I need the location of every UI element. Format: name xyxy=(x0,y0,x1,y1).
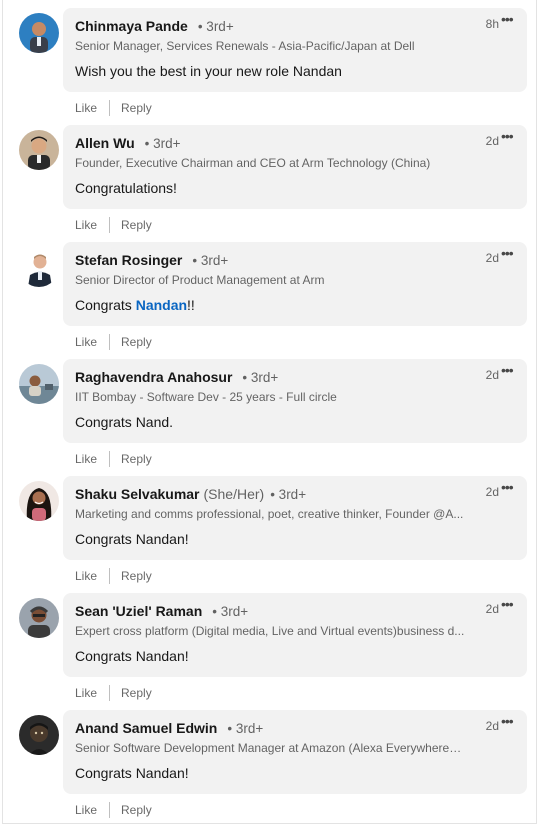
comment-item: Shaku Selvakumar (She/Her) • 3rd+ Marketin… xyxy=(0,476,539,593)
comment-timestamp: 2d xyxy=(485,368,499,382)
avatar[interactable] xyxy=(19,598,59,638)
more-options-icon[interactable]: ••• xyxy=(501,246,519,262)
divider xyxy=(109,100,111,116)
commenter-name[interactable]: Chinmaya Pande xyxy=(75,18,188,34)
avatar[interactable] xyxy=(19,481,59,521)
mention-link[interactable]: Nandan xyxy=(136,297,187,313)
reply-button[interactable]: Reply xyxy=(121,452,152,466)
connection-degree: • 3rd+ xyxy=(270,487,307,502)
comment-text: Congratulations! xyxy=(75,180,177,196)
comment-timestamp: 2d xyxy=(485,251,499,265)
comment-text: Congrats Nandan! xyxy=(75,648,189,664)
comment-text: Congrats Nand. xyxy=(75,414,174,430)
comment-item: Sean 'Uziel' Raman • 3rd+ Expert cross pl… xyxy=(0,593,539,710)
connection-degree: • 3rd+ xyxy=(197,19,234,34)
divider xyxy=(109,217,111,233)
avatar[interactable] xyxy=(19,13,59,53)
divider xyxy=(109,451,111,467)
comment-timestamp: 2d xyxy=(485,485,499,499)
comment-actions: Like Reply xyxy=(75,800,152,820)
like-button[interactable]: Like xyxy=(75,335,97,349)
reply-button[interactable]: Reply xyxy=(121,569,152,583)
comment-item: Stefan Rosinger • 3rd+ Senior Director of… xyxy=(0,242,539,359)
divider xyxy=(109,334,111,350)
more-options-icon[interactable]: ••• xyxy=(501,597,519,613)
avatar[interactable] xyxy=(19,715,59,755)
reply-button[interactable]: Reply xyxy=(121,218,152,232)
connection-degree: • 3rd+ xyxy=(227,721,264,736)
commenter-headline[interactable]: Senior Director of Product Management at… xyxy=(75,273,465,287)
comment-bubble: Shaku Selvakumar (She/Her) • 3rd+ Marketin… xyxy=(63,476,527,560)
avatar[interactable] xyxy=(19,130,59,170)
comment-text: Congrats Nandan! xyxy=(75,531,189,547)
commenter-name[interactable]: Stefan Rosinger xyxy=(75,252,182,268)
divider xyxy=(109,802,111,818)
avatar[interactable] xyxy=(19,364,59,404)
reply-button[interactable]: Reply xyxy=(121,803,152,817)
commenter-name[interactable]: Shaku Selvakumar xyxy=(75,486,200,502)
comment-bubble: Allen Wu • 3rd+ Founder, Executive Chairm… xyxy=(63,125,527,209)
comment-text: Wish you the best in your new role Nanda… xyxy=(75,63,342,79)
comment-item: Allen Wu • 3rd+ Founder, Executive Chairm… xyxy=(0,125,539,242)
commenter-headline[interactable]: Expert cross platform (Digital media, Li… xyxy=(75,624,465,638)
more-options-icon[interactable]: ••• xyxy=(501,714,519,730)
comment-bubble: Stefan Rosinger • 3rd+ Senior Director of… xyxy=(63,242,527,326)
like-button[interactable]: Like xyxy=(75,101,97,115)
commenter-headline[interactable]: IIT Bombay - Software Dev - 25 years - F… xyxy=(75,390,465,404)
comment-item: Chinmaya Pande • 3rd+ Senior Manager, Ser… xyxy=(0,8,539,125)
comment-timestamp: 2d xyxy=(485,602,499,616)
commenter-name[interactable]: Anand Samuel Edwin xyxy=(75,720,217,736)
comment-item: Raghavendra Anahosur • 3rd+ IIT Bombay - … xyxy=(0,359,539,476)
commenter-headline[interactable]: Senior Software Development Manager at A… xyxy=(75,741,465,755)
more-options-icon[interactable]: ••• xyxy=(501,129,519,145)
comment-actions: Like Reply xyxy=(75,683,152,703)
comment-timestamp: 8h xyxy=(485,17,499,31)
comment-timestamp: 2d xyxy=(485,719,499,733)
reply-button[interactable]: Reply xyxy=(121,686,152,700)
comment-actions: Like Reply xyxy=(75,215,152,235)
commenter-headline[interactable]: Senior Manager, Services Renewals - Asia… xyxy=(75,39,465,53)
comment-bubble: Chinmaya Pande • 3rd+ Senior Manager, Ser… xyxy=(63,8,527,92)
connection-degree: • 3rd+ xyxy=(192,253,229,268)
commenter-name[interactable]: Sean 'Uziel' Raman xyxy=(75,603,202,619)
commenter-headline[interactable]: Founder, Executive Chairman and CEO at A… xyxy=(75,156,465,170)
comment-bubble: Sean 'Uziel' Raman • 3rd+ Expert cross pl… xyxy=(63,593,527,677)
divider xyxy=(109,685,111,701)
like-button[interactable]: Like xyxy=(75,686,97,700)
like-button[interactable]: Like xyxy=(75,452,97,466)
reply-button[interactable]: Reply xyxy=(121,335,152,349)
more-options-icon[interactable]: ••• xyxy=(501,12,519,28)
like-button[interactable]: Like xyxy=(75,569,97,583)
like-button[interactable]: Like xyxy=(75,803,97,817)
comment-item: Anand Samuel Edwin • 3rd+ Senior Software… xyxy=(0,710,539,827)
reply-button[interactable]: Reply xyxy=(121,101,152,115)
comment-actions: Like Reply xyxy=(75,566,152,586)
commenter-headline[interactable]: Marketing and comms professional, poet, … xyxy=(75,507,465,521)
comment-text: Congrats Nandan!! xyxy=(75,297,195,313)
comment-text: Congrats Nandan! xyxy=(75,765,189,781)
comment-actions: Like Reply xyxy=(75,449,152,469)
connection-degree: • 3rd+ xyxy=(242,370,279,385)
comment-actions: Like Reply xyxy=(75,332,152,352)
comment-actions: Like Reply xyxy=(75,98,152,118)
divider xyxy=(109,568,111,584)
connection-degree: • 3rd+ xyxy=(212,604,249,619)
connection-degree: • 3rd+ xyxy=(144,136,181,151)
commenter-pronoun: (She/Her) xyxy=(203,486,265,502)
avatar[interactable] xyxy=(19,247,59,287)
commenter-name[interactable]: Raghavendra Anahosur xyxy=(75,369,232,385)
comment-bubble: Anand Samuel Edwin • 3rd+ Senior Software… xyxy=(63,710,527,794)
like-button[interactable]: Like xyxy=(75,218,97,232)
comment-bubble: Raghavendra Anahosur • 3rd+ IIT Bombay - … xyxy=(63,359,527,443)
commenter-name[interactable]: Allen Wu xyxy=(75,135,135,151)
more-options-icon[interactable]: ••• xyxy=(501,480,519,496)
more-options-icon[interactable]: ••• xyxy=(501,363,519,379)
comment-timestamp: 2d xyxy=(485,134,499,148)
